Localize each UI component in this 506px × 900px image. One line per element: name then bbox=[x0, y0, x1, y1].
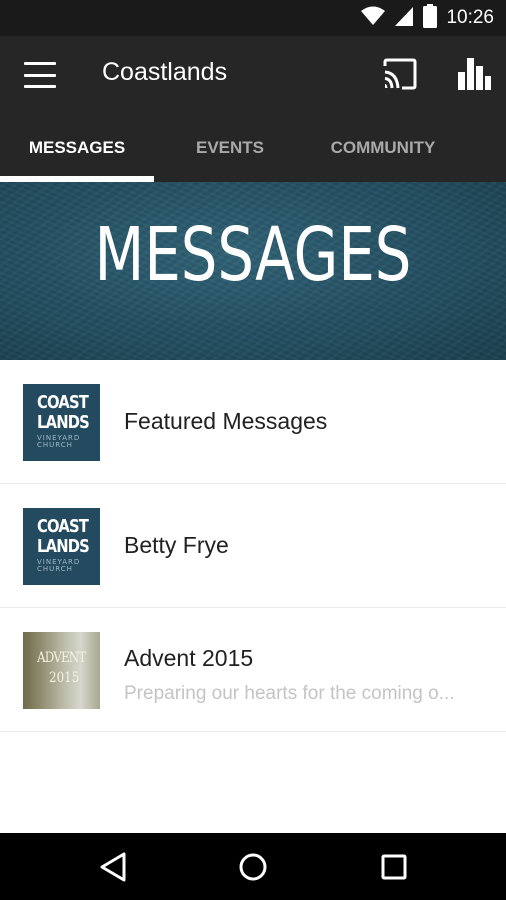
cast-icon[interactable] bbox=[382, 58, 418, 90]
recents-icon[interactable] bbox=[374, 848, 414, 886]
status-time: 10:26 bbox=[446, 7, 494, 28]
battery-icon bbox=[422, 3, 438, 33]
advent-thumbnail: ADVENT 2015 bbox=[23, 632, 100, 709]
tab-bar: MESSAGES EVENTS COMMUNITY bbox=[0, 114, 506, 182]
tab-messages[interactable]: MESSAGES bbox=[0, 114, 154, 182]
cell-signal-icon bbox=[394, 5, 414, 32]
status-bar: 10:26 bbox=[0, 0, 506, 36]
navigation-bar bbox=[0, 833, 506, 900]
wifi-icon bbox=[360, 5, 386, 32]
app-title: Coastlands bbox=[102, 58, 228, 86]
list-item[interactable]: COAST LANDS VINEYARD CHURCH Featured Mes… bbox=[0, 360, 506, 484]
message-list: COAST LANDS VINEYARD CHURCH Featured Mes… bbox=[0, 360, 506, 732]
list-item[interactable]: COAST LANDS VINEYARD CHURCH Betty Frye bbox=[0, 484, 506, 608]
list-item-title: Betty Frye bbox=[124, 532, 229, 558]
list-item-title: Featured Messages bbox=[124, 408, 328, 434]
home-icon[interactable] bbox=[233, 848, 273, 886]
status-icons: 10:26 bbox=[360, 0, 494, 36]
back-icon[interactable] bbox=[94, 848, 134, 886]
hero-title: MESSAGES bbox=[94, 212, 412, 298]
coastlands-logo-thumbnail: COAST LANDS VINEYARD CHURCH bbox=[23, 384, 100, 461]
bar-chart-icon[interactable] bbox=[456, 56, 492, 92]
menu-icon[interactable] bbox=[24, 62, 56, 88]
list-item-title: Advent 2015 bbox=[124, 645, 254, 671]
app-bar: Coastlands bbox=[0, 36, 506, 114]
coastlands-logo-thumbnail: COAST LANDS VINEYARD CHURCH bbox=[23, 508, 100, 585]
tab-events[interactable]: EVENTS bbox=[154, 114, 306, 182]
list-item[interactable]: ADVENT 2015 Advent 2015 Preparing our he… bbox=[0, 608, 506, 732]
tab-community[interactable]: COMMUNITY bbox=[306, 114, 460, 182]
list-item-subtitle: Preparing our hearts for the coming o... bbox=[124, 683, 455, 704]
hero-banner: MESSAGES bbox=[0, 182, 506, 360]
